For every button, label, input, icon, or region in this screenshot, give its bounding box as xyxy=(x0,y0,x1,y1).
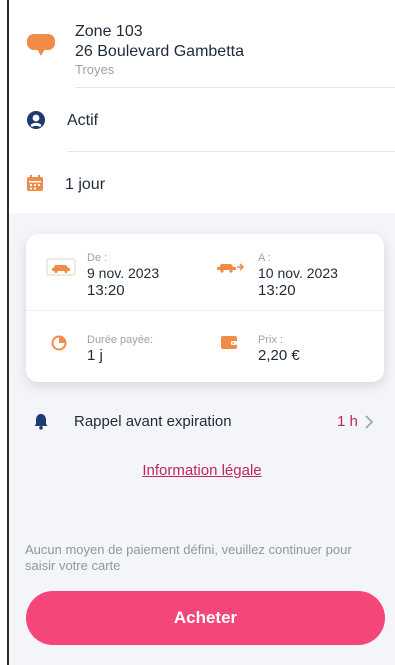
separator xyxy=(67,151,395,152)
user-circle-icon xyxy=(26,110,46,130)
start-time: 13:20 xyxy=(87,282,125,299)
pie-clock-icon xyxy=(51,335,67,351)
legal-info-link[interactable]: Information légale xyxy=(9,462,395,479)
start-block: De : 9 nov. 2023 13:20 xyxy=(87,252,159,300)
price-label: Prix : xyxy=(258,334,284,346)
zone-info[interactable]: Zone 103 26 Boulevard Gambetta Troyes xyxy=(75,22,244,78)
car-arrow-icon xyxy=(215,260,245,274)
reminder-label: Rappel avant expiration xyxy=(74,413,232,430)
duration-label[interactable]: 1 jour xyxy=(65,176,105,194)
chat-bubble-icon xyxy=(25,32,57,58)
separator xyxy=(75,87,395,88)
end-time: 13:20 xyxy=(258,282,296,299)
reminder-value: 1 h xyxy=(337,413,358,430)
zone-title: Zone 103 xyxy=(75,23,143,40)
start-label: De : xyxy=(87,252,108,264)
summary-section: De : 9 nov. 2023 13:20 A : 10 nov. 2023 … xyxy=(9,213,395,665)
parking-details: Zone 103 26 Boulevard Gambetta Troyes Ac… xyxy=(9,0,395,213)
end-block: A : 10 nov. 2023 13:20 xyxy=(258,252,338,300)
reminder-row[interactable]: Rappel avant expiration 1 h xyxy=(9,410,395,434)
calendar-icon xyxy=(26,174,44,192)
card-divider xyxy=(26,310,384,311)
chevron-right-icon xyxy=(364,414,374,430)
buy-button[interactable]: Acheter xyxy=(26,591,385,645)
price-value: 2,20 € xyxy=(258,347,300,364)
wallet-icon xyxy=(220,334,238,350)
end-label: A : xyxy=(258,252,271,264)
zone-city: Troyes xyxy=(75,62,115,77)
ticket-card: De : 9 nov. 2023 13:20 A : 10 nov. 2023 … xyxy=(26,234,384,382)
start-date: 9 nov. 2023 xyxy=(87,265,160,281)
car-icon xyxy=(46,258,76,276)
zone-address: 26 Boulevard Gambetta xyxy=(75,43,244,60)
end-date: 10 nov. 2023 xyxy=(258,265,338,281)
status-label: Actif xyxy=(67,112,99,129)
paid-value: 1 j xyxy=(87,347,103,364)
paid-label: Durée payée: xyxy=(87,334,154,346)
paid-block: Durée payée: 1 j xyxy=(87,334,153,365)
payment-notice: Aucun moyen de paiement défini, veuillez… xyxy=(25,542,352,573)
price-block: Prix : 2,20 € xyxy=(258,334,300,365)
bell-icon xyxy=(33,412,49,430)
